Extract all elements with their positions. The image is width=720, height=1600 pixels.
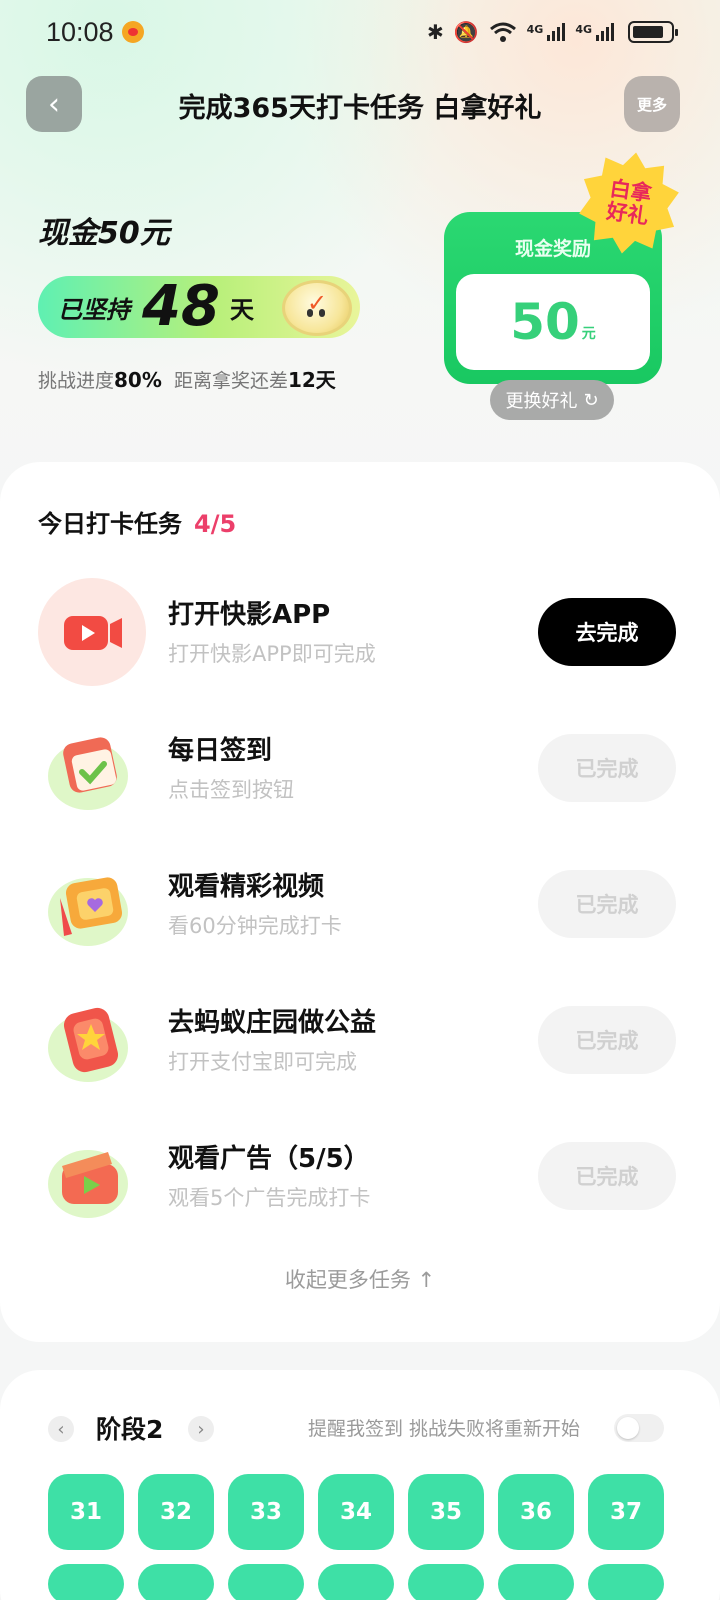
challenge-progress: 挑战进度80% 距离拿奖还差12天 — [38, 364, 336, 393]
mute-bell-icon: 🔕 — [453, 20, 479, 44]
day-cell[interactable] — [138, 1564, 214, 1600]
signal-1-icon: 4G — [527, 23, 566, 41]
reminder-toggle[interactable] — [614, 1414, 664, 1442]
task-subtitle: 观看5个广告完成打卡 — [168, 1186, 371, 1210]
task-title: 去蚂蚁庄园做公益 — [168, 1008, 377, 1038]
network-type-2: 4G — [575, 23, 592, 36]
task-row-open-app: 打开快影APP 打开快影APP即可完成 去完成 — [0, 578, 720, 688]
progress-label: 挑战进度 — [38, 370, 115, 392]
task-progress: 4/5 — [194, 510, 237, 538]
streak-pill: 已坚持 48 天 ✓ — [38, 276, 360, 338]
prev-stage-button[interactable]: ‹ — [48, 1416, 74, 1442]
task-row-ant-farm: 去蚂蚁庄园做公益 打开支付宝即可完成 已完成 — [0, 986, 720, 1096]
reward-unit: 元 — [581, 326, 596, 342]
day-cell[interactable]: 37 — [588, 1474, 664, 1550]
chevron-right-icon: › — [197, 1418, 205, 1440]
reward-value: 50 — [510, 293, 580, 351]
day-cell[interactable]: 34 — [318, 1474, 394, 1550]
mascot-icon: ✓ — [282, 280, 352, 336]
collapse-tasks-link[interactable]: 收起更多任务 ↑ — [0, 1264, 720, 1294]
task-heading-label: 今日打卡任务 — [38, 510, 182, 538]
more-button[interactable]: 更多 — [624, 76, 680, 132]
completed-button[interactable]: 已完成 — [538, 734, 676, 802]
remaining-label: 距离拿奖还差 — [173, 370, 288, 392]
day-cell[interactable] — [408, 1564, 484, 1600]
task-subtitle: 看60分钟完成打卡 — [168, 914, 342, 938]
progress-percent: 80% — [114, 368, 162, 392]
calendar-check-icon — [38, 714, 146, 822]
task-heading: 今日打卡任务 4/5 — [38, 504, 236, 539]
daily-task-card: 今日打卡任务 4/5 打开快影APP 打开快影APP即可完成 去完成 每日签到 点… — [0, 462, 720, 1342]
task-subtitle: 点击签到按钮 — [168, 778, 294, 802]
stage-card: ‹ 阶段2 › 提醒我签到 挑战失败将重新开始 31 32 33 34 35 3… — [0, 1370, 720, 1600]
badge-text: 白拿好礼 — [605, 176, 654, 229]
completed-button[interactable]: 已完成 — [538, 870, 676, 938]
day-cell[interactable] — [318, 1564, 394, 1600]
task-title: 观看广告（5/5） — [168, 1144, 370, 1174]
next-stage-button[interactable]: › — [188, 1416, 214, 1442]
completed-button[interactable]: 已完成 — [538, 1006, 676, 1074]
chevron-left-icon: ‹ — [57, 1418, 65, 1440]
status-bar: 10:08 ✱ 🔕 4G 4G — [0, 0, 720, 64]
reward-value-box: 50 元 — [456, 274, 650, 370]
streak-suffix: 天 — [229, 295, 254, 324]
day-cell[interactable]: 36 — [498, 1474, 574, 1550]
task-subtitle: 打开快影APP即可完成 — [168, 642, 376, 666]
day-cell[interactable] — [228, 1564, 304, 1600]
refresh-icon: ↻ — [583, 389, 599, 411]
streak-days: 48 — [142, 274, 220, 339]
day-cell[interactable]: 32 — [138, 1474, 214, 1550]
task-title: 每日签到 — [168, 736, 273, 766]
weibo-notification-icon — [121, 21, 144, 43]
day-cell[interactable]: 33 — [228, 1474, 304, 1550]
day-cell[interactable] — [588, 1564, 664, 1600]
status-icons: ✱ 🔕 4G 4G — [426, 20, 678, 44]
stage-title: 阶段2 — [96, 1415, 164, 1444]
bluetooth-icon: ✱ — [426, 20, 444, 44]
video-camera-icon — [38, 578, 146, 686]
heart-screen-icon — [38, 850, 146, 958]
go-complete-button[interactable]: 去完成 — [538, 598, 676, 666]
task-row-watch-ads: 观看广告（5/5） 观看5个广告完成打卡 已完成 — [0, 1122, 720, 1232]
task-title: 打开快影APP — [168, 600, 331, 630]
day-cell[interactable] — [48, 1564, 124, 1600]
battery-icon — [628, 21, 678, 43]
task-subtitle: 打开支付宝即可完成 — [168, 1050, 357, 1074]
day-cell[interactable]: 31 — [48, 1474, 124, 1550]
star-phone-icon — [38, 986, 146, 1094]
top-nav: ‹ 完成365天打卡任务 白拿好礼 更多 — [0, 76, 720, 132]
completed-button[interactable]: 已完成 — [538, 1142, 676, 1210]
task-title: 观看精彩视频 — [168, 872, 325, 902]
play-clapper-icon — [38, 1122, 146, 1230]
task-row-daily-signin: 每日签到 点击签到按钮 已完成 — [0, 714, 720, 824]
status-time: 10:08 — [46, 16, 114, 47]
reminder-label: 提醒我签到 挑战失败将重新开始 — [308, 1418, 581, 1440]
swap-gift-button[interactable]: 更换好礼 ↻ — [490, 380, 614, 420]
task-row-watch-video: 观看精彩视频 看60分钟完成打卡 已完成 — [0, 850, 720, 960]
network-type-1: 4G — [526, 23, 544, 36]
day-cell[interactable]: 35 — [408, 1474, 484, 1550]
signal-2-icon: 4G — [575, 23, 614, 41]
swap-gift-label: 更换好礼 — [505, 391, 578, 412]
day-grid: 31 32 33 34 35 36 37 — [48, 1474, 664, 1550]
streak-prefix: 已坚持 — [58, 295, 130, 324]
wifi-icon — [489, 22, 516, 42]
prize-amount: 现金50元 — [38, 216, 170, 251]
day-cell[interactable] — [498, 1564, 574, 1600]
day-grid-next-row — [48, 1564, 664, 1600]
page-title: 完成365天打卡任务 白拿好礼 — [178, 93, 542, 124]
remaining-days: 12天 — [287, 368, 336, 392]
